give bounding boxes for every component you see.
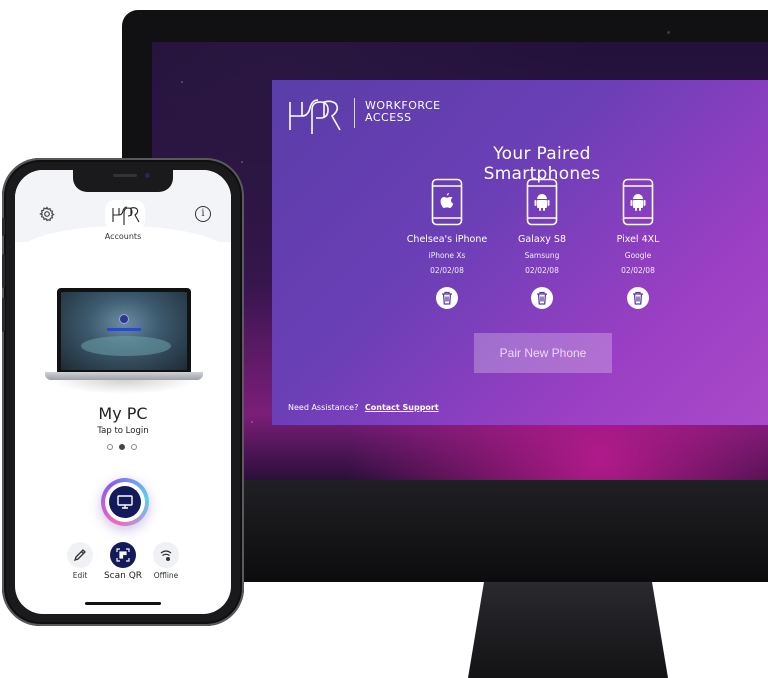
offline-icon [160,550,172,561]
delete-phone-button[interactable] [627,287,649,309]
info-icon[interactable]: i [195,206,211,222]
hypr-logo [289,99,341,134]
volume-down-button [2,298,5,332]
login-bar [107,328,141,331]
laptop-shadow [51,380,197,394]
pager-dot[interactable] [107,444,113,450]
phone-paired-date: 02/02/08 [621,266,655,275]
phone-card: Galaxy S8 Samsung 02/02/08 [499,178,585,309]
scan-qr-button[interactable] [110,542,136,568]
brand-text: WORKFORCE ACCESS [365,100,441,124]
mute-switch [2,218,5,236]
app-screen: i Accounts My PC Tap to Login Edit Scan … [15,170,231,614]
smartphone-android-icon [526,178,558,226]
pair-new-phone-button[interactable]: Pair New Phone [474,333,612,373]
iphone-frame: i Accounts My PC Tap to Login Edit Scan … [2,158,244,626]
phone-model: Google [624,251,652,260]
device-name: My PC [98,404,148,423]
imac-camera [667,31,670,34]
monitor-icon [117,495,133,509]
laptop-lid [57,288,191,372]
trash-icon [537,291,547,305]
home-indicator [85,602,161,605]
brand-separator [354,98,355,128]
smartphone-android-icon [622,178,654,226]
assistance-text: Need Assistance? [288,403,359,412]
qr-icon [116,548,130,562]
phone-paired-date: 02/02/08 [430,266,464,275]
pager-dot-active[interactable] [119,444,125,450]
phone-name: Chelsea's iPhone [406,234,488,245]
edit-button[interactable] [67,542,93,568]
laptop-base [45,372,203,380]
pencil-icon [73,549,86,562]
carousel-pager [107,444,137,450]
tab-accounts[interactable]: Accounts [77,232,169,241]
offline-button[interactable] [153,542,179,568]
iphone-notch [73,170,173,192]
phone-name: Galaxy S8 [518,234,566,245]
smartphone-apple-icon [431,178,463,226]
lake-image [81,336,171,356]
volume-up-button [2,254,5,288]
offline-label: Offline [153,571,179,580]
phone-model: iPhone Xs [428,251,466,260]
login-button-face [105,482,145,522]
front-camera [145,173,150,178]
hypr-logo [112,206,140,225]
assistance-line: Need Assistance? Contact Support [288,403,439,412]
brand-header: WORKFORCE ACCESS [288,96,441,136]
trash-icon [633,291,643,305]
delete-phone-button[interactable] [436,287,458,309]
pager-dot[interactable] [131,444,137,450]
phone-card: Chelsea's iPhone iPhone Xs 02/02/08 [404,178,490,309]
trash-icon [442,291,452,305]
device-action-hint: Tap to Login [97,426,149,436]
brand-line2: ACCESS [365,111,412,124]
gear-icon[interactable] [39,206,55,222]
offline-action[interactable]: Offline [141,542,191,580]
contact-support-link[interactable]: Contact Support [365,403,439,412]
marketing-scene: WORKFORCE ACCESS Your Paired Smartphones… [0,0,768,678]
phone-paired-date: 02/02/08 [525,266,559,275]
phone-card: Pixel 4XL Google 02/02/08 [595,178,681,309]
login-button-core [109,486,141,518]
login-button[interactable] [101,478,149,526]
earpiece-speaker [113,174,137,177]
delete-phone-button[interactable] [531,287,553,309]
imac-stand [468,582,668,678]
laptop-display [61,292,187,370]
paired-phones-panel: WORKFORCE ACCESS Your Paired Smartphones… [272,80,768,425]
laptop-illustration [45,288,203,398]
phone-name: Pixel 4XL [616,234,660,245]
phone-model: Samsung [524,251,560,260]
login-avatar [119,314,129,324]
